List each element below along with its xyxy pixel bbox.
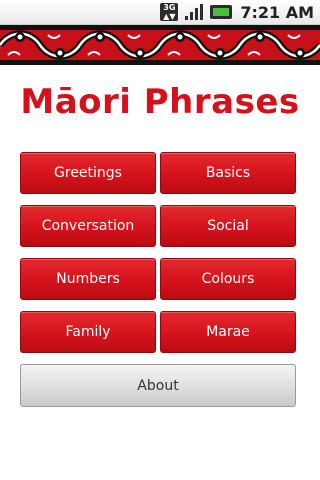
network-3g-icon: 3G ▲▼ bbox=[160, 3, 179, 21]
status-bar: 3G ▲▼ 7:21 AM bbox=[0, 0, 320, 25]
signal-bars-icon bbox=[184, 3, 204, 21]
battery-charging-icon bbox=[210, 5, 233, 19]
social-button[interactable]: Social bbox=[160, 205, 296, 247]
status-time: 7:21 AM bbox=[240, 2, 314, 22]
marae-button[interactable]: Marae bbox=[160, 311, 296, 353]
kowhaiwhai-pattern-banner bbox=[0, 25, 320, 65]
family-button[interactable]: Family bbox=[20, 311, 156, 353]
phrase-category-grid: Greetings Basics Conversation Social Num… bbox=[20, 152, 296, 364]
colours-button[interactable]: Colours bbox=[160, 258, 296, 300]
about-button[interactable]: About bbox=[20, 364, 296, 407]
greetings-button[interactable]: Greetings bbox=[20, 152, 156, 194]
conversation-button[interactable]: Conversation bbox=[20, 205, 156, 247]
basics-button[interactable]: Basics bbox=[160, 152, 296, 194]
app-title: Māori Phrases bbox=[20, 82, 300, 122]
numbers-button[interactable]: Numbers bbox=[20, 258, 156, 300]
